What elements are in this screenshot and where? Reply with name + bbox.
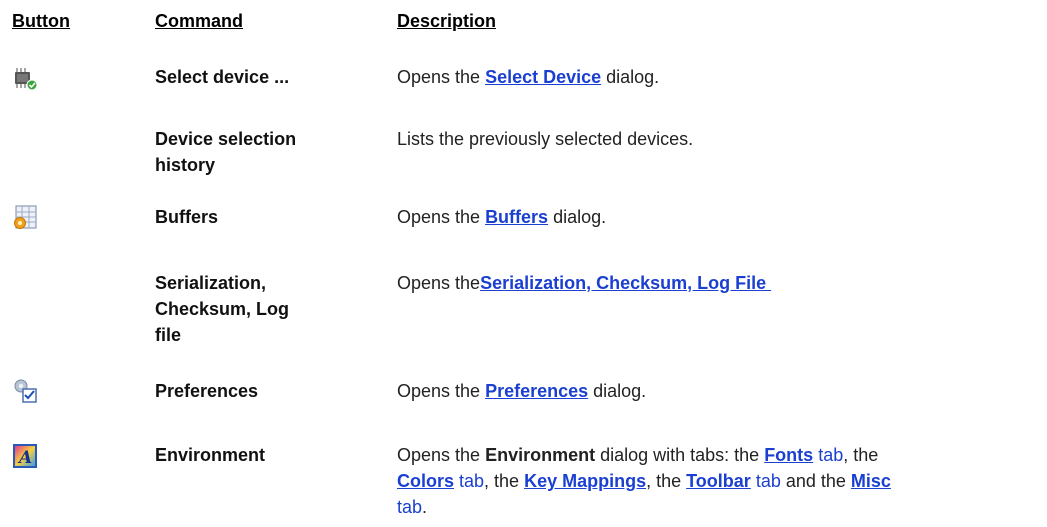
buffers-grid-gear-icon[interactable]	[12, 204, 38, 230]
description-serialization: Opens theSerialization, Checksum, Log Fi…	[397, 270, 1037, 296]
command-preferences: Preferences	[155, 381, 259, 401]
misc-link[interactable]: Misc	[851, 471, 891, 491]
select-device-link[interactable]: Select Device	[485, 67, 601, 87]
command-line: Device selection	[155, 129, 297, 149]
desc-text: and the	[780, 471, 851, 491]
command-environment: Environment	[155, 445, 266, 465]
description-device-selection-history: Lists the previously selected devices.	[397, 129, 694, 149]
serialization-link[interactable]: Serialization, Checksum, Log File	[480, 273, 771, 293]
toolbar-link[interactable]: Toolbar	[686, 471, 751, 491]
header-button: Button	[12, 11, 70, 31]
desc-text: dialog.	[548, 207, 607, 227]
description-preferences: Opens the Preferences dialog.	[397, 378, 1037, 404]
chip-select-icon[interactable]	[12, 66, 38, 92]
desc-text: Opens the	[397, 445, 486, 465]
command-line: Checksum, Log	[155, 299, 290, 319]
desc-text: , the	[843, 445, 879, 465]
command-buffers: Buffers	[155, 207, 219, 227]
desc-text: Opens the	[397, 207, 486, 227]
command-select-device: Select device ...	[155, 67, 290, 87]
command-serialization: Serialization, Checksum, Log file	[155, 270, 355, 348]
description-buffers: Opens the Buffers dialog.	[397, 204, 1037, 230]
fonts-link[interactable]: Fonts	[764, 445, 813, 465]
toolbar-tab-link[interactable]: tab	[751, 471, 781, 491]
desc-text: dialog with tabs: the	[595, 445, 765, 465]
header-command: Command	[155, 11, 244, 31]
fonts-tab-link[interactable]: tab	[813, 445, 843, 465]
buffers-link[interactable]: Buffers	[485, 207, 548, 227]
misc-tab-link[interactable]: tab	[397, 497, 422, 517]
desc-text: , the	[646, 471, 687, 491]
command-device-selection-history: Device selection history	[155, 126, 355, 178]
colors-tab-link[interactable]: tab	[454, 471, 484, 491]
command-line: Serialization,	[155, 273, 267, 293]
desc-text: .	[422, 497, 428, 517]
environment-a-icon[interactable]: A	[12, 443, 38, 469]
header-description: Description	[397, 11, 497, 31]
desc-text: Opens the	[397, 67, 486, 87]
command-line: file	[155, 325, 182, 345]
colors-link[interactable]: Colors	[397, 471, 454, 491]
desc-text: dialog.	[588, 381, 647, 401]
environment-bold: Environment	[485, 445, 596, 465]
svg-text:A: A	[17, 448, 32, 468]
desc-text: , the	[484, 471, 525, 491]
desc-text: Opens the	[397, 381, 486, 401]
description-select-device: Opens the Select Device dialog.	[397, 64, 1037, 90]
preferences-gear-check-icon[interactable]	[12, 378, 38, 404]
preferences-link[interactable]: Preferences	[485, 381, 588, 401]
key-mappings-link[interactable]: Key Mappings	[524, 471, 646, 491]
description-environment: Opens the Environment dialog with tabs: …	[397, 442, 1037, 520]
command-line: history	[155, 155, 216, 175]
desc-text: Opens the	[397, 273, 481, 293]
desc-text: dialog.	[601, 67, 660, 87]
